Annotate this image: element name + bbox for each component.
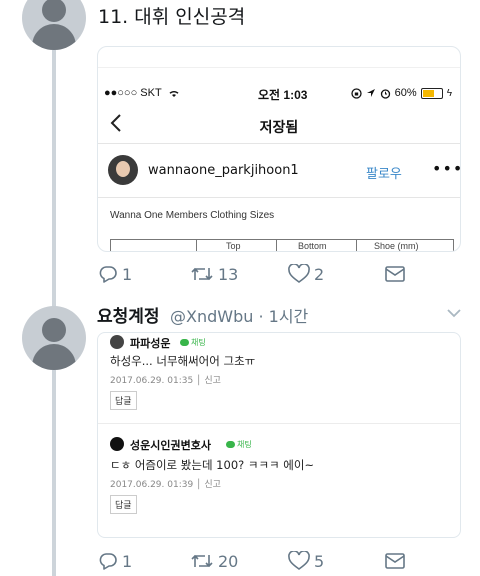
- chevron-down-icon[interactable]: [446, 304, 462, 323]
- table-header-cell: Top: [226, 241, 241, 251]
- card-top-divider: [98, 67, 460, 68]
- chat-badge: 채팅: [180, 337, 206, 348]
- carrier-label: ●●○○○ SKT: [104, 87, 180, 99]
- heart-icon: [288, 264, 310, 283]
- tweet-text: 11. 대휘 인신공격: [98, 6, 246, 28]
- clock: 오전 1:03: [258, 88, 308, 102]
- like-button[interactable]: 2: [288, 264, 324, 284]
- status-bar: ●●○○○ SKT 오전 1:03 60% ϟ: [98, 85, 460, 105]
- commenter-avatar: [110, 437, 124, 451]
- reply-icon: [99, 266, 117, 283]
- media-card[interactable]: ●●○○○ SKT 오전 1:03 60% ϟ 저장됨 wannaone_par…: [97, 46, 461, 252]
- status-right: 60% ϟ: [351, 87, 452, 99]
- reply-button[interactable]: 1: [98, 264, 132, 284]
- commenter-name: 파파성운: [130, 337, 171, 350]
- comment-text: 하성우... 너무해써어어 그초ㅠ: [110, 354, 256, 368]
- table-sep: [110, 240, 111, 251]
- table-header-cell: Shoe (mm): [374, 241, 419, 251]
- heart-icon: [288, 551, 310, 570]
- profile-face: [116, 161, 130, 177]
- table-sep: [196, 240, 197, 251]
- envelope-icon: [385, 266, 405, 282]
- like-count: 2: [314, 264, 325, 284]
- handle-and-time[interactable]: @XndWbu · 1시간: [170, 303, 308, 327]
- screenshot-table-header: Top Bottom Shoe (mm): [110, 239, 454, 251]
- tweet-actions: 1 13 2: [98, 264, 460, 288]
- location-icon: [366, 89, 375, 97]
- display-name[interactable]: 요청계정: [97, 302, 160, 327]
- alarm-icon: [380, 88, 390, 99]
- retweet-count: 13: [218, 264, 239, 284]
- screenshot-nav-bar: 저장됨: [98, 109, 460, 144]
- reply-label: 답글: [110, 391, 137, 410]
- battery-percent: 60%: [394, 87, 417, 99]
- retweet-icon: [191, 267, 213, 281]
- lock-rotation-icon: [351, 87, 362, 99]
- like-button[interactable]: 5: [288, 551, 324, 571]
- table-header-cell: Bottom: [298, 241, 327, 251]
- screenshot-username: wannaone_parkjihoon1: [148, 163, 299, 178]
- tweet-actions: 1 20 5: [98, 551, 460, 575]
- avatar[interactable]: [22, 306, 86, 370]
- table-sep: [356, 240, 357, 251]
- screenshot-nav-title: 저장됨: [259, 120, 299, 136]
- dm-button[interactable]: [384, 264, 406, 284]
- comment-meta: 2017.06.29. 01:39 │ 신고: [110, 480, 221, 490]
- screenshot-follow-label: 팔로우: [366, 167, 402, 182]
- retweet-button[interactable]: 20: [190, 551, 238, 571]
- avatar-head: [42, 318, 66, 342]
- profile-picture: [108, 155, 138, 185]
- reply-count: 1: [122, 551, 133, 571]
- envelope-icon: [385, 553, 405, 569]
- retweet-icon: [191, 554, 213, 568]
- battery-fill: [422, 89, 434, 97]
- reply-icon: [99, 553, 117, 570]
- avatar[interactable]: [22, 0, 86, 50]
- screenshot-image-title: Wanna One Members Clothing Sizes: [110, 210, 275, 221]
- avatar-body: [32, 344, 76, 370]
- screenshot-profile-row: wannaone_parkjihoon1 팔로우 •••: [98, 147, 460, 198]
- dm-button[interactable]: [384, 551, 406, 571]
- avatar-head: [42, 0, 66, 22]
- avatar-body: [32, 24, 76, 50]
- table-sep: [453, 240, 454, 251]
- retweet-count: 20: [218, 551, 239, 571]
- retweet-button[interactable]: 13: [190, 264, 238, 284]
- like-count: 5: [314, 551, 325, 571]
- chat-badge: 채팅: [226, 439, 252, 450]
- chat-icon: [180, 339, 189, 346]
- comment-meta: 2017.06.29. 01:35 │ 신고: [110, 376, 221, 386]
- commenter-avatar: [110, 335, 124, 349]
- charging-icon: ϟ: [446, 87, 452, 99]
- reply-label: 답글: [110, 495, 137, 514]
- battery-icon: [420, 87, 443, 99]
- wifi-icon: [169, 90, 179, 97]
- chat-icon: [226, 441, 235, 448]
- more-icon: •••: [432, 159, 461, 178]
- reply-count: 1: [122, 264, 133, 284]
- commenter-name: 성운시인권변호사: [130, 439, 211, 452]
- table-sep: [276, 240, 277, 251]
- comment-text: ㄷㅎ 어즘이로 봤는데 100? ㅋㅋㅋ 에이~: [110, 458, 315, 472]
- comment-divider: [98, 423, 460, 424]
- media-card[interactable]: 파파성운 채팅 하성우... 너무해써어어 그초ㅠ 2017.06.29. 01…: [97, 332, 461, 538]
- reply-button[interactable]: 1: [98, 551, 132, 571]
